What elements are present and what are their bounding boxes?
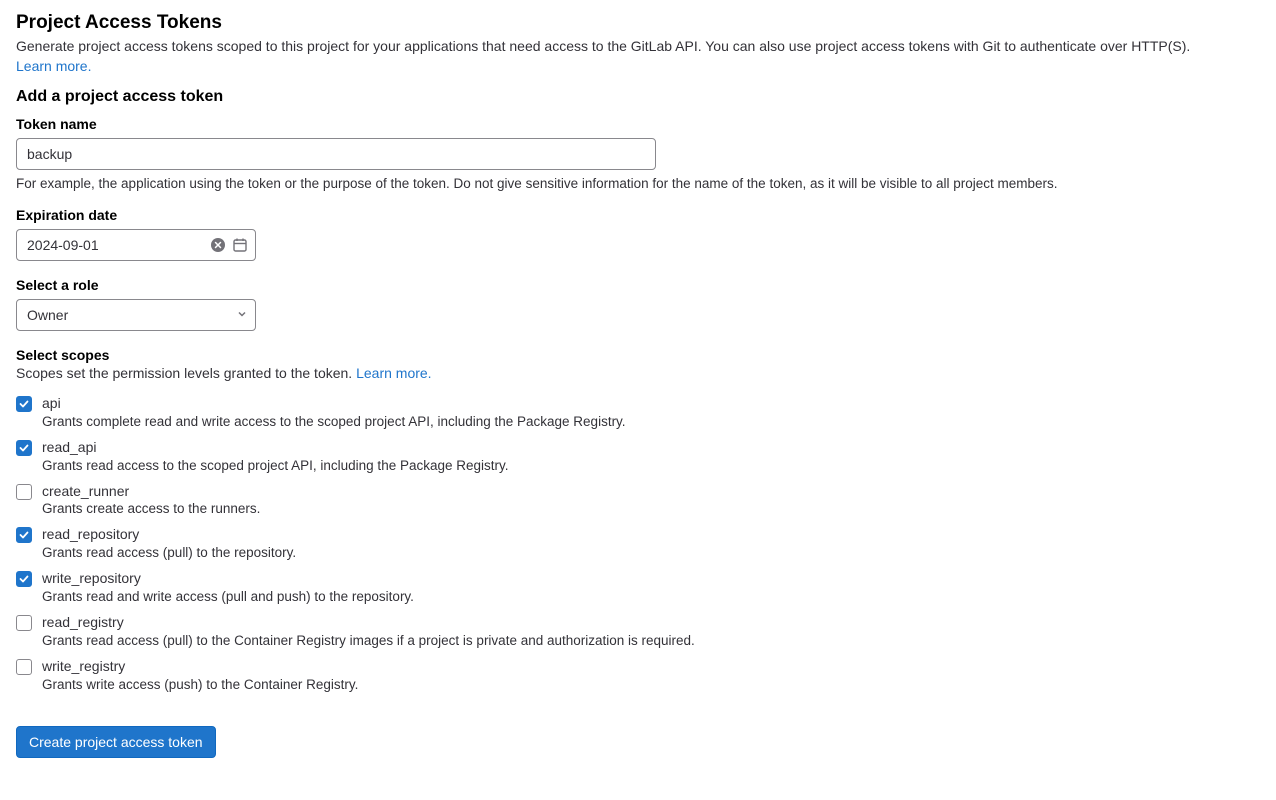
scope-checkbox-read_repository[interactable] [16, 527, 32, 543]
scope-checkbox-write_repository[interactable] [16, 571, 32, 587]
page-description: Generate project access tokens scoped to… [16, 38, 1260, 54]
scopes-learn-more-link[interactable]: Learn more. [356, 365, 431, 381]
token-name-field-block: Token name For example, the application … [16, 116, 1260, 191]
scope-name-label: api [42, 395, 626, 412]
section-title-add-token: Add a project access token [16, 88, 1260, 106]
create-token-button[interactable]: Create project access token [16, 726, 216, 758]
calendar-icon[interactable] [232, 237, 248, 253]
scope-checkbox-write_registry[interactable] [16, 659, 32, 675]
scope-name-label: read_registry [42, 614, 695, 631]
scope-description: Grants create access to the runners. [42, 501, 260, 516]
scope-description: Grants read access (pull) to the reposit… [42, 545, 296, 560]
scope-row-write_registry: write_registry Grants write access (push)… [16, 658, 1260, 692]
scope-name-label: write_registry [42, 658, 358, 675]
page-title: Project Access Tokens [16, 12, 1260, 34]
scope-description: Grants read access to the scoped project… [42, 458, 509, 473]
role-field-block: Select a role Owner [16, 277, 1260, 331]
learn-more-link[interactable]: Learn more. [16, 58, 91, 74]
clear-date-icon[interactable] [210, 237, 226, 253]
token-name-help: For example, the application using the t… [16, 176, 1260, 191]
scope-checkbox-create_runner[interactable] [16, 484, 32, 500]
role-label: Select a role [16, 277, 1260, 293]
scope-description: Grants read access (pull) to the Contain… [42, 633, 695, 648]
scopes-heading: Select scopes [16, 347, 1260, 363]
scope-checkbox-read_api[interactable] [16, 440, 32, 456]
scope-description: Grants read and write access (pull and p… [42, 589, 414, 604]
scope-row-create_runner: create_runnerGrants create access to the… [16, 483, 1260, 517]
scope-row-read_repository: read_repository Grants read access (pull)… [16, 526, 1260, 560]
scope-row-write_repository: write_repository Grants read and write ac… [16, 570, 1260, 604]
scope-checkbox-api[interactable] [16, 396, 32, 412]
scopes-description: Scopes set the permission levels granted… [16, 365, 1260, 381]
scope-description: Grants write access (push) to the Contai… [42, 677, 358, 692]
scope-row-api: api Grants complete read and write access… [16, 395, 1260, 429]
scope-name-label: write_repository [42, 570, 414, 587]
token-name-input[interactable] [16, 138, 656, 170]
scope-description: Grants complete read and write access to… [42, 414, 626, 429]
scope-row-read_api: read_api Grants read access to the scoped… [16, 439, 1260, 473]
scope-checkbox-read_registry[interactable] [16, 615, 32, 631]
token-name-label: Token name [16, 116, 1260, 132]
scope-name-label: create_runner [42, 483, 260, 500]
scope-name-label: read_repository [42, 526, 296, 543]
expiration-label: Expiration date [16, 207, 1260, 223]
scope-name-label: read_api [42, 439, 509, 456]
scopes-field-block: Select scopes Scopes set the permission … [16, 347, 1260, 692]
role-select[interactable]: Owner [16, 299, 256, 331]
expiration-field-block: Expiration date [16, 207, 1260, 261]
scope-row-read_registry: read_registry Grants read access (pull) t… [16, 614, 1260, 648]
